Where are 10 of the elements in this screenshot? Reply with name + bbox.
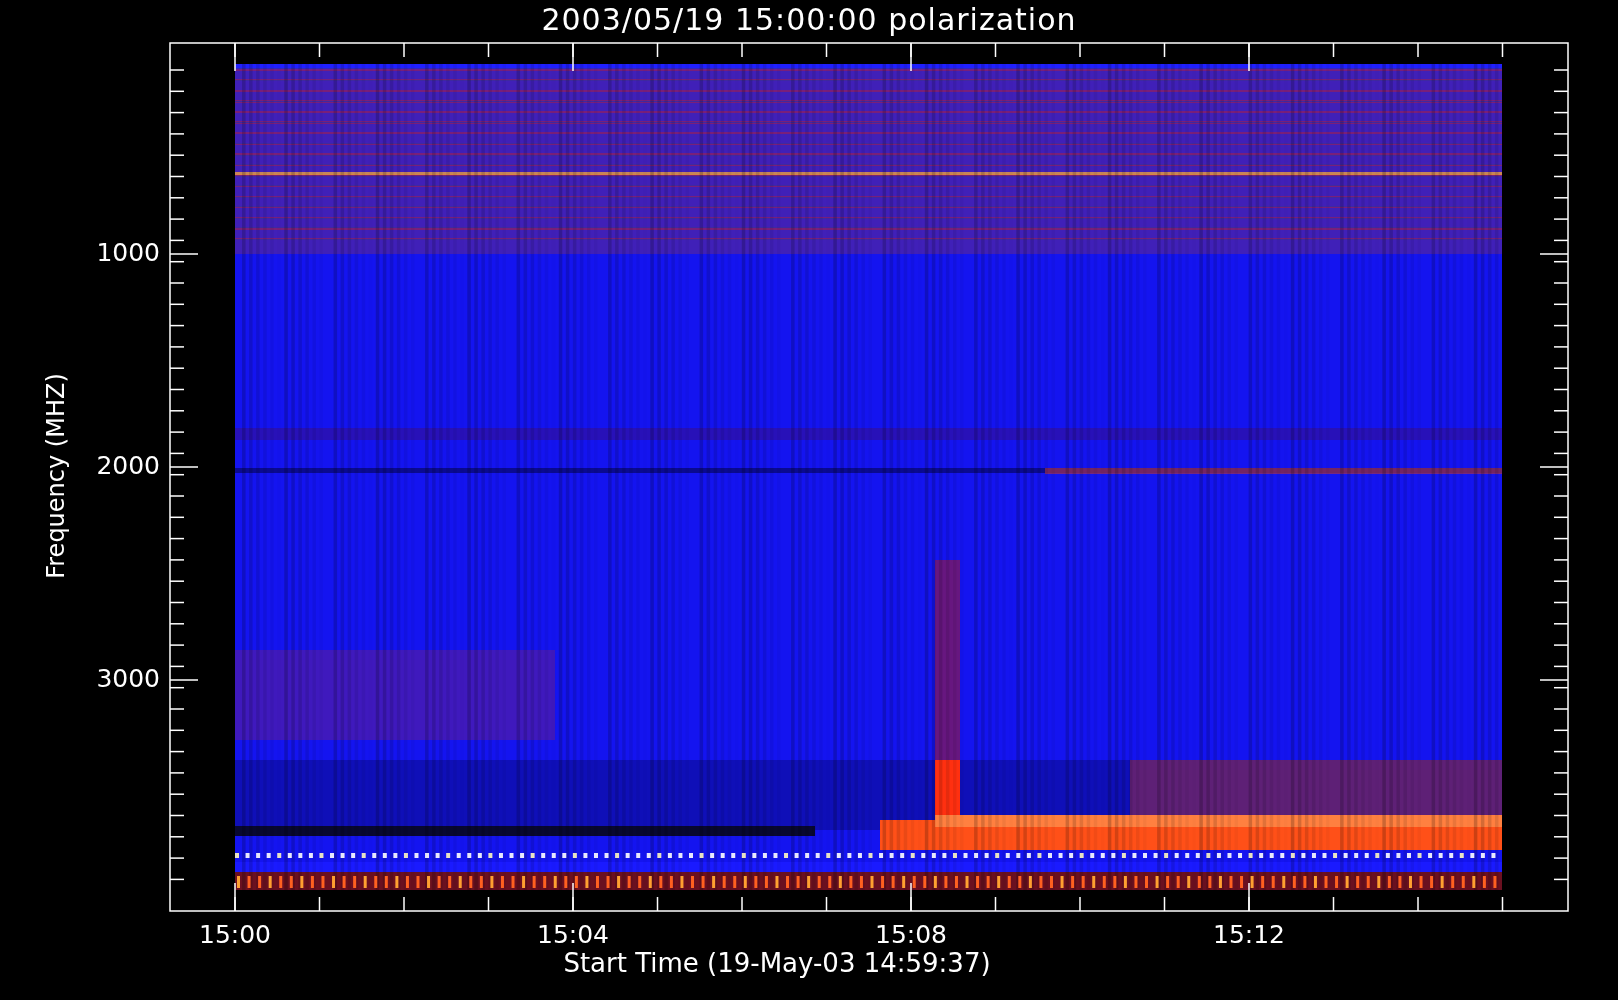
x-tick-label: 15:12 bbox=[1213, 920, 1285, 949]
x-tick-label: 15:04 bbox=[537, 920, 609, 949]
y-axis-label: Frequency (MHZ) bbox=[42, 373, 70, 579]
x-tick-label: 15:00 bbox=[199, 920, 271, 949]
x-axis-label: Start Time (19-May-03 14:59:37) bbox=[563, 948, 991, 978]
plot-title: 2003/05/19 15:00:00 polarization bbox=[541, 2, 1077, 37]
y-tick-label: 3000 bbox=[96, 664, 160, 693]
y-tick-label: 1000 bbox=[96, 238, 160, 267]
x-tick-label: 15:08 bbox=[875, 920, 947, 949]
y-tick-label: 2000 bbox=[96, 451, 160, 480]
